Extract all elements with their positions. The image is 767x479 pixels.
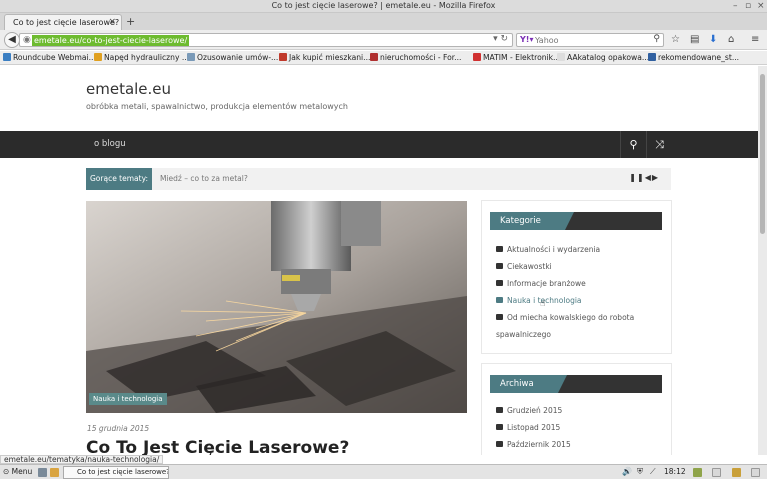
- workspace-4-icon[interactable]: [751, 468, 760, 477]
- post-date: 15 grudnia 2015: [87, 424, 150, 433]
- main-navigation: o blogu ⚲ ⤨: [0, 131, 758, 158]
- category-link[interactable]: Aktualności i wydarzenia: [496, 245, 600, 254]
- featured-image[interactable]: Nauka i technologia: [86, 201, 467, 413]
- folder-icon: [496, 314, 503, 320]
- bookmark-favicon-icon: [370, 53, 378, 61]
- category-link[interactable]: Informacje branżowe: [496, 279, 586, 288]
- back-icon[interactable]: ◀: [4, 32, 20, 48]
- bookmark-favicon-icon: [279, 53, 287, 61]
- address-bar[interactable]: ◉ emetale.eu/co-to-jest-ciecie-laserowe/…: [19, 33, 513, 47]
- files-icon[interactable]: [50, 468, 59, 477]
- navigation-bar: ◀ ◉ emetale.eu/co-to-jest-ciecie-laserow…: [0, 30, 767, 50]
- volume-icon[interactable]: 🔊: [622, 467, 632, 476]
- bookmark-item[interactable]: Jak kupić mieszkani...: [279, 53, 370, 62]
- search-toggle-icon[interactable]: ⚲: [620, 131, 646, 158]
- folder-icon: [496, 280, 503, 286]
- maximize-icon[interactable]: ▫: [745, 1, 751, 11]
- clock: 18:12: [664, 467, 686, 476]
- taskbar-firefox-window[interactable]: Co to jest cięcie laserowe?...: [63, 466, 169, 479]
- workspace-1-icon[interactable]: [693, 468, 702, 477]
- archive-icon: [496, 407, 503, 413]
- search-bar[interactable]: Y!▾ ⚲: [516, 33, 664, 47]
- reload-icon[interactable]: ▾ ↻: [493, 34, 508, 44]
- bookmark-item[interactable]: MATIM - Elektronik...: [473, 53, 560, 62]
- categories-widget: Kategorie Aktualności i wydarzenia Cieka…: [481, 200, 672, 354]
- bookmarks-menu-icon[interactable]: ▤: [690, 34, 699, 45]
- bookmark-star-icon[interactable]: ☆: [671, 34, 680, 45]
- categories-title: Kategorie: [490, 212, 574, 230]
- archive-icon: [496, 441, 503, 447]
- os-taskbar: ⊙ Menu Co to jest cięcie laserowe?... 🔊 …: [0, 464, 767, 479]
- archive-link[interactable]: Grudzień 2015: [496, 406, 562, 415]
- category-link[interactable]: Ciekawostki: [496, 262, 552, 271]
- start-menu-button[interactable]: ⊙ Menu: [3, 467, 32, 476]
- yahoo-engine-icon[interactable]: Y!▾: [520, 35, 533, 44]
- menu-item-o-blogu[interactable]: o blogu: [94, 139, 126, 149]
- tab-bar: Co to jest cięcie laserowe? × +: [0, 13, 767, 30]
- site-description: obróbka metali, spawalnictwo, produkcja …: [86, 102, 348, 111]
- minimize-icon[interactable]: –: [733, 1, 738, 11]
- random-post-icon[interactable]: ⤨: [646, 131, 672, 158]
- tab-close-icon[interactable]: ×: [108, 17, 116, 27]
- category-link-continued[interactable]: spawalniczego: [496, 330, 551, 339]
- archive-header: Archiwa: [490, 375, 662, 393]
- search-input[interactable]: [535, 35, 645, 46]
- show-desktop-icon[interactable]: [38, 468, 47, 477]
- bookmark-favicon-icon: [94, 53, 102, 61]
- tab-label: Co to jest cięcie laserowe?: [13, 18, 120, 27]
- bookmark-item[interactable]: Napęd hydrauliczny ...: [94, 53, 189, 62]
- close-window-icon[interactable]: ×: [757, 1, 765, 11]
- workspace-3-icon[interactable]: [732, 468, 741, 477]
- tab-active[interactable]: Co to jest cięcie laserowe? ×: [4, 14, 122, 30]
- folder-icon: [496, 246, 503, 252]
- bookmark-favicon-icon: [557, 53, 565, 61]
- archive-widget: Archiwa Grudzień 2015 Listopad 2015 Paźd…: [481, 363, 672, 455]
- page-scrollbar[interactable]: [758, 66, 767, 455]
- archive-icon: [496, 424, 503, 430]
- new-tab-button[interactable]: +: [126, 15, 135, 28]
- site-identity-icon[interactable]: ◉: [23, 35, 31, 45]
- category-link[interactable]: Od miecha kowalskiego do robota: [496, 313, 634, 322]
- archive-title: Archiwa: [490, 375, 567, 393]
- search-icon[interactable]: ⚲: [653, 34, 660, 44]
- bookmarks-toolbar: Roundcube Webmai... Napęd hydrauliczny ..…: [0, 51, 767, 65]
- url-text[interactable]: emetale.eu/co-to-jest-ciecie-laserowe/: [32, 35, 190, 46]
- window-titlebar: Co to jest cięcie laserowe? | emetale.eu…: [0, 0, 767, 13]
- ticker-item[interactable]: Miedź – co to za metal?: [160, 174, 248, 183]
- bookmark-favicon-icon: [187, 53, 195, 61]
- downloads-icon[interactable]: ⬇: [709, 34, 717, 45]
- post-title[interactable]: Co To Jest Cięcie Laserowe?: [86, 438, 349, 455]
- bookmark-item[interactable]: Ozusowanie umów-...: [187, 53, 278, 62]
- workspace-2-icon[interactable]: [712, 468, 721, 477]
- web-page: emetale.eu obróbka metali, spawalnictwo,…: [0, 66, 758, 455]
- mouse-pointer-icon: ☝: [540, 299, 546, 309]
- folder-icon: [496, 263, 503, 269]
- archive-link[interactable]: Listopad 2015: [496, 423, 560, 432]
- bookmark-favicon-icon: [3, 53, 11, 61]
- bookmark-item[interactable]: nieruchomości - For...: [370, 53, 461, 62]
- archive-link[interactable]: Październik 2015: [496, 440, 571, 449]
- category-link[interactable]: Nauka i technologia: [496, 296, 582, 305]
- home-icon[interactable]: ⌂: [728, 34, 734, 45]
- hot-topics-ticker: Gorące tematy: Miedź – co to za metal? ❚…: [86, 168, 671, 190]
- bookmark-item[interactable]: rekomendowane_st...: [648, 53, 739, 62]
- bookmark-favicon-icon: [473, 53, 481, 61]
- status-link-preview: emetale.eu/tematyka/nauka-technologia/: [0, 455, 164, 464]
- scrollbar-thumb[interactable]: [760, 74, 765, 234]
- categories-header: Kategorie: [490, 212, 662, 230]
- laser-cutting-photo: [86, 201, 467, 413]
- site-title[interactable]: emetale.eu: [86, 80, 171, 98]
- network-icon[interactable]: ⟋: [650, 467, 656, 477]
- folder-icon: [496, 297, 503, 303]
- ticker-controls[interactable]: ❚❚◀▶: [629, 173, 659, 182]
- post-category-badge[interactable]: Nauka i technologia: [89, 393, 167, 405]
- bookmark-item[interactable]: Roundcube Webmai...: [3, 53, 96, 62]
- ticker-label: Gorące tematy:: [86, 168, 152, 190]
- bookmark-item[interactable]: AAkatalog opakowa...: [557, 53, 649, 62]
- window-title: Co to jest cięcie laserowe? | emetale.eu…: [271, 1, 496, 10]
- shield-tray-icon[interactable]: ⛨: [637, 467, 643, 477]
- bookmark-favicon-icon: [648, 53, 656, 61]
- menu-icon[interactable]: ≡: [751, 34, 759, 45]
